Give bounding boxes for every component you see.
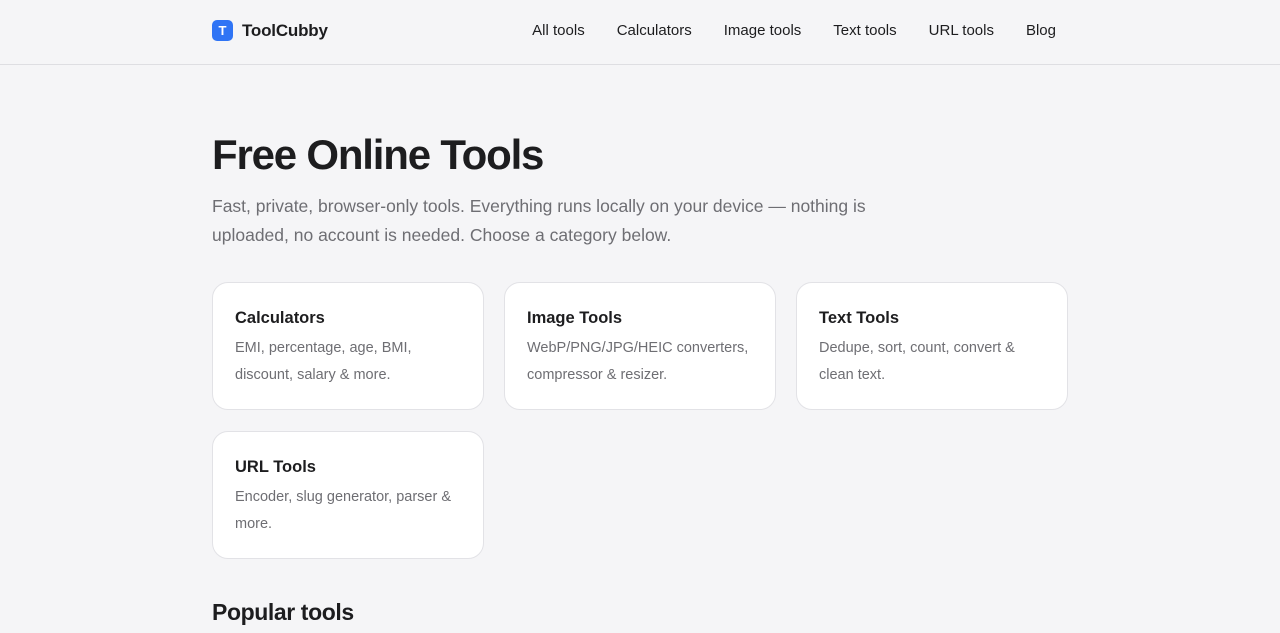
category-card-title: Text Tools xyxy=(819,309,900,327)
nav-url-tools[interactable]: URL tools xyxy=(929,22,994,39)
category-card-image-tools[interactable]: Image Tools WebP/PNG/JPG/HEIC converters… xyxy=(504,282,776,410)
nav-calculators[interactable]: Calculators xyxy=(617,22,692,39)
category-card-title: Calculators xyxy=(235,309,325,327)
category-card-url-tools[interactable]: URL Tools Encoder, slug generator, parse… xyxy=(212,431,484,559)
page-title: Free Online Tools xyxy=(212,131,544,178)
page-subtitle: Fast, private, browser-only tools. Every… xyxy=(212,196,866,245)
category-card-description: Encoder, slug generator, parser & more. xyxy=(235,489,452,532)
category-card-title: Image Tools xyxy=(527,309,623,327)
brand-logo-icon: T xyxy=(212,20,233,41)
category-card-description: WebP/PNG/JPG/HEIC converters, compressor… xyxy=(527,340,749,383)
brand-name: ToolCubby xyxy=(242,20,328,40)
main-content: Free Online Tools Fast, private, browser… xyxy=(212,130,1068,626)
category-card-description: Dedupe, sort, count, convert & clean tex… xyxy=(819,340,1015,383)
category-grid: Calculators EMI, percentage, age, BMI, d… xyxy=(212,282,1068,559)
main-nav: All tools Calculators Image tools Text t… xyxy=(532,22,1056,39)
nav-image-tools[interactable]: Image tools xyxy=(724,22,802,39)
category-card-title: URL Tools xyxy=(235,458,316,476)
nav-all-tools[interactable]: All tools xyxy=(532,22,585,39)
category-card-text-tools[interactable]: Text Tools Dedupe, sort, count, convert … xyxy=(796,282,1068,410)
popular-tools-heading: Popular tools xyxy=(212,599,354,625)
category-card-description: EMI, percentage, age, BMI, discount, sal… xyxy=(235,340,412,383)
site-header: T ToolCubby All tools Calculators Image … xyxy=(0,0,1280,65)
nav-text-tools[interactable]: Text tools xyxy=(833,22,896,39)
nav-blog[interactable]: Blog xyxy=(1026,22,1056,39)
brand-link[interactable]: T ToolCubby xyxy=(212,20,328,41)
category-card-calculators[interactable]: Calculators EMI, percentage, age, BMI, d… xyxy=(212,282,484,410)
